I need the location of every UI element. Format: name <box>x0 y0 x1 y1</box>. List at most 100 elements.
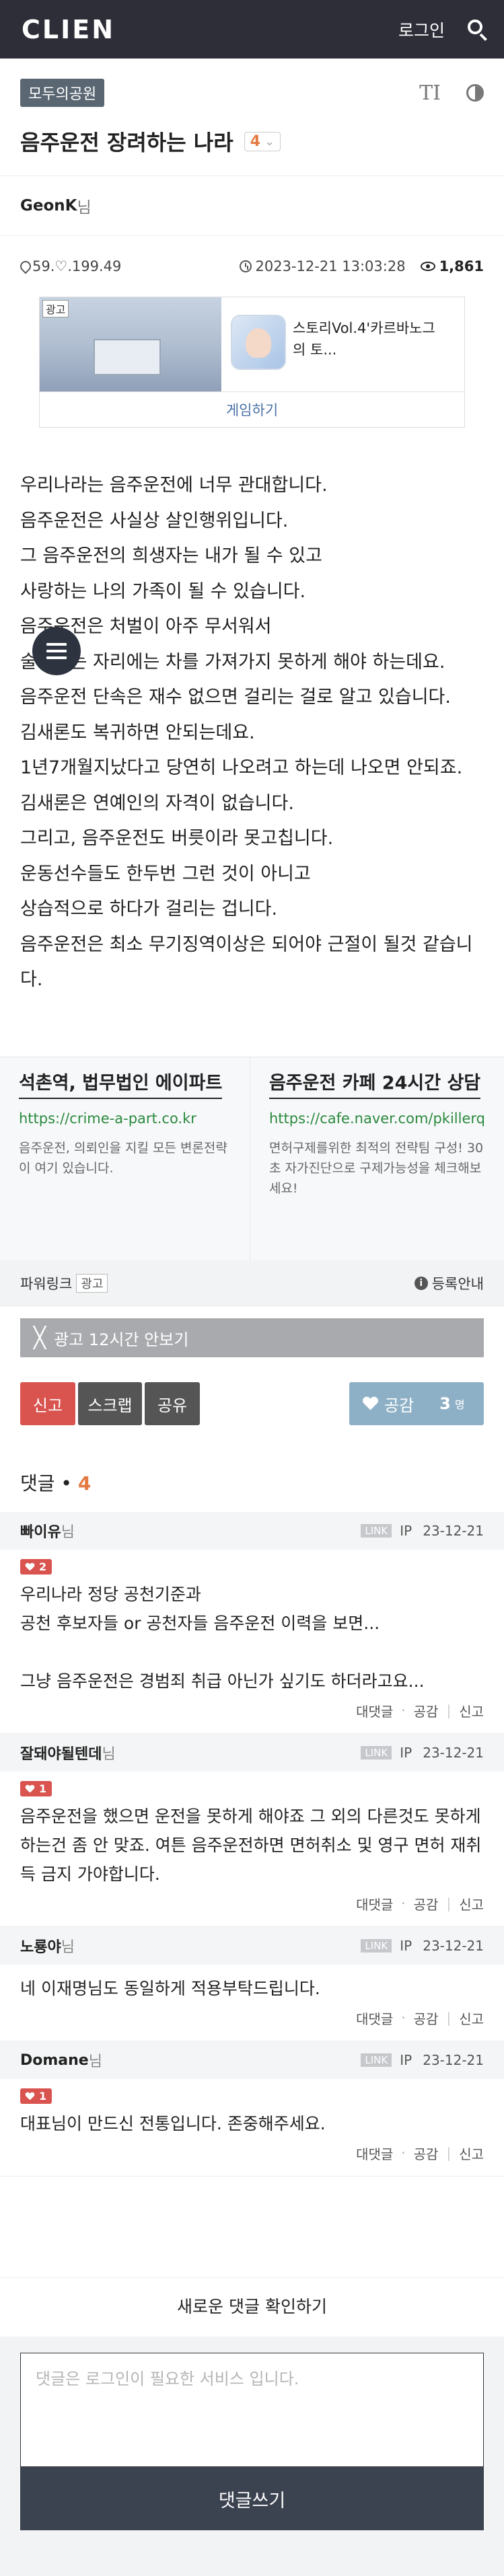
reply-link[interactable]: 대댓글 <box>356 1894 393 1914</box>
link-badge[interactable]: LINK <box>361 2053 392 2067</box>
ip-label[interactable]: IP <box>400 1745 412 1761</box>
comment-like-link[interactable]: 공감 <box>414 2144 439 2163</box>
post-body: 우리나라는 음주운전에 너무 관대합니다. 음주운전은 사실상 살인행위입니다.… <box>0 468 504 998</box>
ad-text[interactable]: 스토리Vol.4'카르바노그의 토... <box>293 317 447 391</box>
clien-logo[interactable]: CLIEN <box>22 15 115 44</box>
comment-nick-suffix: 님 <box>61 1524 75 1541</box>
comment-body: 네 이재명님도 동일하게 적용부탁드립니다. <box>20 1979 320 1998</box>
author-nick[interactable]: GeonK <box>20 197 77 215</box>
post-body-line: 김새론은 연예인의 자격이 없습니다. <box>20 792 294 814</box>
clock-icon <box>239 260 252 272</box>
ip-label[interactable]: IP <box>400 2052 412 2068</box>
comment-like-badge: 1 <box>20 1781 52 1796</box>
comment-body: 우리나라 정당 공천기준과 공천 후보자들 or 공천자들 음주운전 이력을 보… <box>20 1585 425 1691</box>
comment-nick[interactable]: 잘돼야될텐데 <box>20 1742 102 1764</box>
power-link-url[interactable]: https://crime-a-part.co.kr <box>19 1108 231 1129</box>
comments-header: 댓글 • 4 <box>20 1469 91 1496</box>
register-info-link[interactable]: 등록안내 <box>432 1273 484 1293</box>
comment-date: 23-12-21 <box>423 2052 484 2068</box>
link-badge[interactable]: LINK <box>361 1746 392 1759</box>
comment-nick[interactable]: Domane <box>20 2052 89 2069</box>
contrast-icon[interactable] <box>466 84 484 102</box>
like-label: 공감 <box>384 1396 415 1415</box>
comment-nick-suffix: 님 <box>61 1939 75 1956</box>
link-badge[interactable]: LINK <box>361 1939 392 1953</box>
comment-like-link[interactable]: 공감 <box>414 2008 439 2028</box>
power-link-title[interactable]: 음주운전 카페 24시간 상담 <box>268 1073 481 1099</box>
post-body-line: 사랑하는 나의 가족이 될 수 있습니다. <box>20 580 306 602</box>
hide-ad-label: 광고 12시간 안보기 <box>54 1330 189 1349</box>
power-link-url[interactable]: https://cafe.naver.com/pkillerq <box>269 1108 485 1129</box>
ip-label[interactable]: IP <box>400 1523 412 1539</box>
comment-head: Domane 님 LINK IP 23-12-21 <box>0 2041 504 2079</box>
post-ip: 59.♡.199.49 <box>32 258 122 274</box>
comment-report-link[interactable]: 신고 <box>459 2144 484 2163</box>
post-title-row: 음주운전 장려하는 나라 4 ⌄ <box>0 124 504 158</box>
heart-icon <box>26 1785 34 1792</box>
like-count: 3 <box>439 1394 451 1413</box>
post-body-line: 김새론도 복귀하면 안되는데요. <box>20 722 255 743</box>
ad-thumbnail[interactable] <box>231 315 286 370</box>
comment-body: 음주운전을 했으면 운전을 못하게 해야죠 그 외의 다른것도 못하게 하는건 … <box>20 1807 487 1884</box>
ad-image[interactable]: 광고 <box>40 297 221 391</box>
comment-nick[interactable]: 노룡야 <box>20 1935 61 1957</box>
share-button[interactable]: 공유 <box>145 1382 200 1425</box>
post-body-line: 운동선수들도 한두번 그런 것이 아니고 <box>20 863 311 884</box>
post-title: 음주운전 장려하는 나라 <box>20 130 233 155</box>
post-body-line: 음주운전은 사실상 살인행위입니다. <box>20 510 289 531</box>
font-size-icon[interactable]: TI <box>419 81 441 105</box>
menu-button[interactable] <box>32 627 81 675</box>
comment-head: 빠이유 님 LINK IP 23-12-21 <box>0 1512 504 1550</box>
comment-date: 23-12-21 <box>423 1523 484 1539</box>
power-link-item[interactable]: 석촌역, 법무법인 에이파트 https://crime-a-part.co.k… <box>0 1057 250 1260</box>
post-body-line: 우리나라는 음주운전에 너무 관대합니다. <box>20 475 328 496</box>
comment-like-link[interactable]: 공감 <box>414 1894 439 1914</box>
power-link-desc: 음주운전, 의뢰인을 지킬 모든 변론전략이 여기 있습니다. <box>19 1141 227 1176</box>
comment-report-link[interactable]: 신고 <box>459 2008 484 2028</box>
check-new-comments-button[interactable]: 새로운 댓글 확인하기 <box>0 2277 504 2333</box>
comment-date: 23-12-21 <box>423 1745 484 1761</box>
comment-count-badge[interactable]: 4 ⌄ <box>244 131 281 151</box>
comment-like-link[interactable]: 공감 <box>414 1701 439 1720</box>
login-link[interactable]: 로그인 <box>398 17 445 42</box>
search-icon[interactable] <box>468 19 488 41</box>
reply-link[interactable]: 대댓글 <box>356 2144 393 2163</box>
ad-card[interactable]: 광고 스토리Vol.4'카르바노그의 토... 게임하기 <box>39 297 465 428</box>
heart-icon <box>26 2092 34 2100</box>
power-link-title[interactable]: 석촌역, 법무법인 에이파트 <box>19 1073 223 1099</box>
link-badge[interactable]: LINK <box>361 1524 392 1538</box>
power-link-desc: 면허구제를위한 최적의 전략팀 구성! 30초 자가진단으로 구제가능성을 체크… <box>268 1141 484 1196</box>
post-body-line: 그리고, 음주운전도 버릇이라 못고칩니다. <box>20 828 334 849</box>
close-icon: ╳ <box>34 1326 46 1350</box>
post-actions: 신고 스크랩 공유 공감 3 명 <box>20 1382 484 1425</box>
power-link-item[interactable]: 음주운전 카페 24시간 상담 https://cafe.naver.com/p… <box>249 1057 504 1260</box>
scrap-button[interactable]: 스크랩 <box>78 1382 142 1425</box>
ad-label: 광고 <box>42 300 69 317</box>
hide-ad-button[interactable]: ╳ 광고 12시간 안보기 <box>20 1318 484 1357</box>
comment-input[interactable]: 댓글은 로그인이 필요한 서비스 입니다. <box>20 2353 484 2467</box>
comment-report-link[interactable]: 신고 <box>459 1894 484 1914</box>
comment-report-link[interactable]: 신고 <box>459 1701 484 1720</box>
post-datetime: 2023-12-21 13:03:28 <box>255 258 406 274</box>
comment-actions: 대댓글 · 공감 | 신고 <box>20 2138 484 2168</box>
heart-icon <box>26 1563 34 1570</box>
reply-link[interactable]: 대댓글 <box>356 1701 393 1720</box>
board-tag[interactable]: 모두의공원 <box>20 79 105 107</box>
location-pin-icon <box>20 261 28 272</box>
report-button[interactable]: 신고 <box>20 1382 75 1425</box>
like-button[interactable]: 공감 3 명 <box>349 1382 484 1425</box>
power-link-ad-badge: 광고 <box>76 1273 108 1293</box>
comment-nick[interactable]: 빠이유 <box>20 1520 61 1542</box>
author-suffix: 님 <box>77 199 92 217</box>
ip-label[interactable]: IP <box>400 1938 412 1954</box>
reply-link[interactable]: 대댓글 <box>356 2008 393 2028</box>
post-body-line: 상습적으로 하다가 걸리는 겁니다. <box>20 899 278 919</box>
heart-icon <box>363 1397 377 1410</box>
ad-cta-button[interactable]: 게임하기 <box>40 391 464 428</box>
comment-actions: 대댓글 · 공감 | 신고 <box>20 2003 484 2033</box>
comment-actions: 대댓글 · 공감 | 신고 <box>20 1696 484 1725</box>
comment-item: 빠이유 님 LINK IP 23-12-21 2 우리나라 정당 공천기준과 공천… <box>0 1512 504 1734</box>
comment-submit-button[interactable]: 댓글쓰기 <box>20 2467 484 2530</box>
comments-label: 댓글 • <box>20 1472 78 1494</box>
hamburger-icon <box>46 643 67 646</box>
